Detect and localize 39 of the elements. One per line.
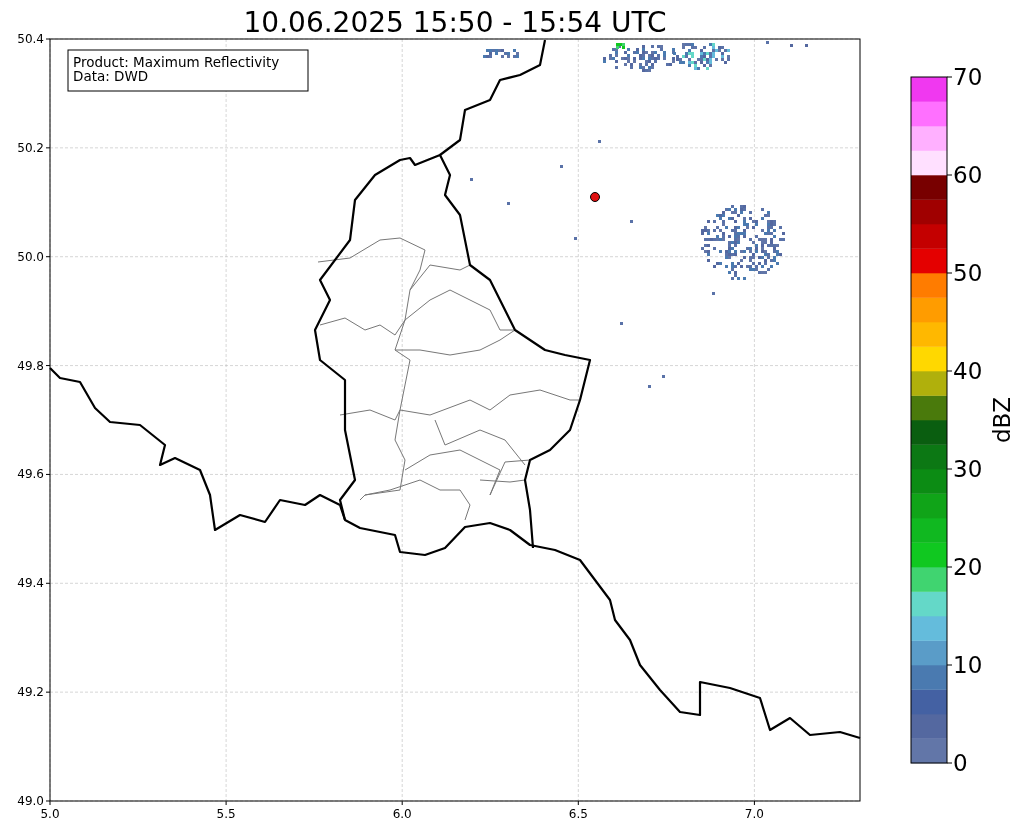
radar-echo [574,237,577,240]
radar-echo [766,41,808,47]
radar-echo [470,178,473,181]
axis-tick-label: 50.4 [17,32,44,46]
radar-echo [620,322,623,325]
figure-title: 10.06.2025 15:50 - 15:54 UTC [243,6,667,39]
axis-tick-label: 6.5 [568,807,588,821]
radar-echo [673,43,730,70]
axis-tick-label: 5.5 [216,807,236,821]
radar-echo [712,292,715,295]
colorbar-label: dBZ [989,396,1015,444]
axis-tick-label: 49.4 [17,576,44,591]
radar-echo [648,385,651,388]
axis-tick-label: 50.0 [17,249,44,264]
axis-tick-label: 49.2 [17,685,44,700]
colorbar-tick-label: 0 [953,750,968,776]
axis-tick-label: 49.0 [17,794,44,808]
colorbar-tick-label: 10 [953,652,983,678]
radar-echo [507,202,510,205]
location-marker [590,192,600,202]
colorbar-tick-label: 30 [953,456,983,482]
radar-echo [560,165,563,168]
axis-tick-label: 49.6 [17,467,44,482]
legend-text: Data: DWD [73,68,149,84]
axis-tick-label: 50.2 [17,140,44,155]
colorbar-tick-label: 40 [953,358,983,384]
colorbar-tick-label: 60 [953,162,983,188]
legend-text: Product: Maximum Reflectivity [73,54,280,70]
radar-echo [662,375,665,378]
colorbar-tick-label: 70 [953,64,983,90]
axis-tick-label: 5.0 [40,807,60,821]
colorbar-tick-label: 20 [953,554,983,580]
axis-tick-label: 7.0 [744,807,764,821]
axis-tick-label: 49.8 [17,358,44,373]
colorbar-tick-label: 50 [953,260,983,286]
radar-echo [630,220,633,223]
radar-echo [483,49,519,58]
axis-tick-label: 6.0 [392,807,412,821]
radar-echo [598,140,601,143]
